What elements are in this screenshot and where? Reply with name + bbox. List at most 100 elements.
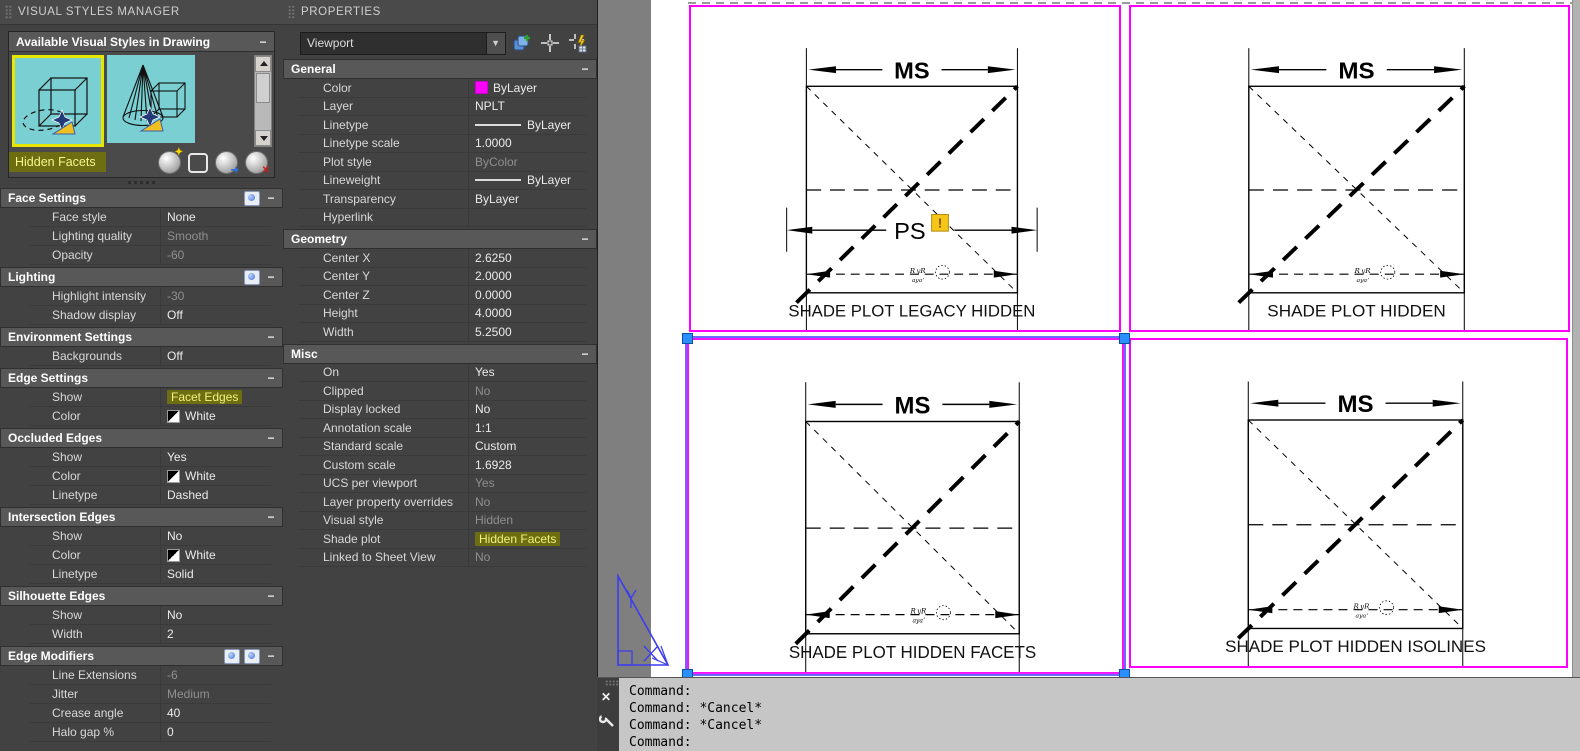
- color-swatch-icon[interactable]: [167, 548, 180, 562]
- collapse-button[interactable]: −: [264, 431, 278, 445]
- property-value[interactable]: Yes: [160, 448, 271, 466]
- section-header-environment-settings[interactable]: Environment Settings −: [0, 327, 283, 347]
- property-value[interactable]: -60: [160, 246, 271, 264]
- section-header-occluded-edges[interactable]: Occluded Edges −: [0, 428, 283, 448]
- viewport-shade-plot-hidden[interactable]: MS R yR ayaʼ SHADE PLOT HIDDEN: [1129, 5, 1570, 332]
- property-value[interactable]: ByLayer: [468, 171, 586, 189]
- section-header-intersection-edges[interactable]: Intersection Edges −: [0, 507, 283, 527]
- color-swatch-icon[interactable]: [167, 469, 180, 483]
- property-value[interactable]: 2: [160, 625, 271, 643]
- viewport-grip[interactable]: [1118, 668, 1130, 677]
- property-value[interactable]: No: [468, 382, 586, 400]
- section-header-geometry[interactable]: Geometry −: [283, 229, 597, 249]
- scroll-up-icon[interactable]: [255, 56, 271, 72]
- property-value[interactable]: 4.0000: [468, 304, 586, 322]
- collapse-button[interactable]: −: [264, 191, 278, 205]
- collapse-button[interactable]: −: [264, 330, 278, 344]
- palette-grip-icon[interactable]: [5, 5, 12, 19]
- property-value[interactable]: Yes: [468, 474, 586, 492]
- property-value[interactable]: Yes: [468, 363, 586, 381]
- collapse-button[interactable]: −: [578, 232, 592, 246]
- visual-style-thumbnail-hidden-facets[interactable]: [12, 55, 104, 147]
- visual-style-thumbnail-hidden[interactable]: [107, 55, 195, 143]
- delete-visual-style-icon[interactable]: ✕: [245, 150, 270, 175]
- property-value[interactable]: ByLayer: [468, 116, 586, 134]
- wrench-icon[interactable]: [599, 712, 617, 730]
- export-visual-style-icon[interactable]: ➜: [215, 150, 239, 175]
- collapse-button[interactable]: −: [264, 371, 278, 385]
- close-icon[interactable]: ✕: [601, 690, 611, 704]
- property-value[interactable]: 0.0000: [468, 286, 586, 304]
- property-value[interactable]: No: [160, 606, 271, 624]
- property-value[interactable]: White: [160, 467, 271, 485]
- property-value[interactable]: 5.2500: [468, 323, 586, 341]
- viewport-shade-plot-legacy-hidden[interactable]: MS R yR ayaʼ SHADE PLOT LEGACY HIDDEN PS!: [689, 5, 1121, 332]
- property-value[interactable]: Smooth: [160, 227, 271, 245]
- quick-select-button[interactable]: [566, 32, 589, 55]
- property-value[interactable]: 0: [160, 723, 271, 741]
- command-history[interactable]: Command: Command: *Cancel* Command: *Cance…: [619, 678, 762, 751]
- collapse-button[interactable]: −: [264, 589, 278, 603]
- viewport-grip[interactable]: [1118, 332, 1130, 344]
- property-value[interactable]: 1:1: [468, 419, 586, 437]
- property-value[interactable]: -30: [160, 287, 271, 305]
- toggle-pickadd-button[interactable]: [511, 32, 534, 55]
- property-value[interactable]: No: [468, 400, 586, 418]
- property-value[interactable]: ByLayer: [468, 79, 586, 97]
- jitter-icon[interactable]: [244, 648, 260, 664]
- viewport-grip[interactable]: [681, 332, 693, 344]
- collapse-button[interactable]: −: [578, 62, 592, 76]
- property-value[interactable]: 1.0000: [468, 134, 586, 152]
- property-value[interactable]: [468, 208, 586, 226]
- section-header-face-settings[interactable]: Face Settings −: [0, 188, 283, 208]
- command-window[interactable]: ✕ Command: Command: *Cancel* Command: *Can…: [597, 677, 1580, 751]
- color-swatch-icon[interactable]: [167, 409, 180, 423]
- property-value[interactable]: 2.0000: [468, 267, 586, 285]
- property-value[interactable]: None: [160, 208, 271, 226]
- property-value[interactable]: Custom: [468, 437, 586, 455]
- property-value[interactable]: NPLT: [468, 97, 586, 115]
- vsm-title-bar[interactable]: VISUAL STYLES MANAGER: [0, 0, 283, 25]
- section-header-edge-settings[interactable]: Edge Settings −: [0, 368, 283, 388]
- property-value[interactable]: ByLayer: [468, 190, 586, 208]
- drawing-canvas[interactable]: MS R yR ayaʼ SHADE PLOT LEGACY HIDDEN PS! MS R…: [597, 0, 1580, 677]
- property-value[interactable]: 1.6928: [468, 456, 586, 474]
- section-header-misc[interactable]: Misc −: [283, 343, 597, 364]
- command-grip-icon[interactable]: [605, 680, 619, 686]
- collapse-button[interactable]: −: [264, 270, 278, 284]
- viewport-grip[interactable]: [681, 668, 693, 677]
- scrollbar-thumb[interactable]: [256, 73, 270, 103]
- property-value[interactable]: Off: [160, 306, 271, 324]
- available-styles-header[interactable]: Available Visual Styles in Drawing −: [9, 32, 274, 52]
- property-value[interactable]: Off: [160, 347, 271, 365]
- property-value[interactable]: No: [468, 493, 586, 511]
- property-value[interactable]: -6: [160, 666, 271, 684]
- styles-scrollbar[interactable]: [254, 55, 272, 147]
- property-value[interactable]: Hidden Facets: [468, 530, 586, 548]
- object-type-dropdown[interactable]: Viewport ▼: [300, 31, 506, 55]
- property-value[interactable]: 40: [160, 704, 271, 722]
- select-objects-button[interactable]: [538, 32, 561, 55]
- collapse-button[interactable]: −: [264, 510, 278, 524]
- property-value[interactable]: No: [160, 527, 271, 545]
- property-value[interactable]: White: [160, 546, 271, 564]
- property-value[interactable]: Medium: [160, 685, 271, 703]
- section-header-edge-modifiers[interactable]: Edge Modifiers −: [0, 646, 283, 666]
- apply-visual-style-icon[interactable]: [188, 152, 208, 173]
- property-value[interactable]: White: [160, 407, 271, 425]
- color-swatch-icon[interactable]: [475, 81, 488, 95]
- property-value[interactable]: Hidden: [468, 511, 586, 529]
- collapse-button[interactable]: −: [256, 35, 270, 49]
- property-value[interactable]: ByColor: [468, 153, 586, 171]
- palette-grip-icon[interactable]: [288, 5, 295, 19]
- property-value[interactable]: Solid: [160, 565, 271, 583]
- scroll-down-icon[interactable]: [255, 130, 271, 146]
- properties-title-bar[interactable]: PROPERTIES: [283, 0, 597, 25]
- section-header-lighting[interactable]: Lighting −: [0, 267, 283, 287]
- face-highlight-icon[interactable]: [244, 190, 260, 206]
- line-extensions-icon[interactable]: [224, 648, 240, 664]
- viewport-shade-plot-hidden-facets[interactable]: MS R yR ayaʼ SHADE PLOT HIDDEN FACETS: [685, 336, 1126, 676]
- panel-resize-grip[interactable]: [0, 178, 283, 186]
- property-value[interactable]: Dashed: [160, 486, 271, 504]
- viewport-shade-plot-hidden-isolines[interactable]: MS R yR ayaʼ SHADE PLOT HIDDEN ISOLINES: [1129, 338, 1568, 668]
